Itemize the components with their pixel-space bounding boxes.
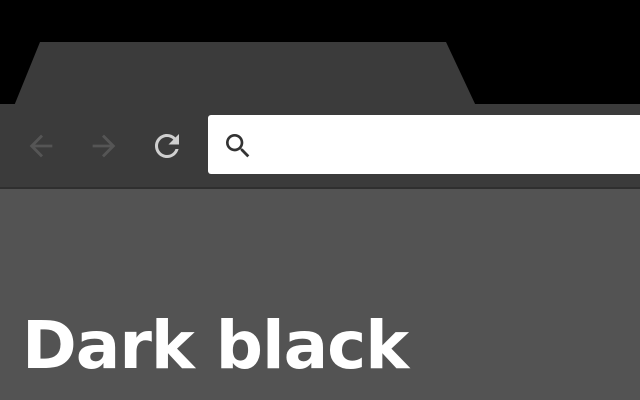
browser-tab[interactable] bbox=[14, 42, 476, 106]
omnibox-input[interactable] bbox=[264, 127, 634, 163]
reload-button[interactable] bbox=[147, 126, 187, 166]
browser-window: Dark black bbox=[0, 0, 640, 400]
back-button[interactable] bbox=[21, 126, 61, 166]
arrow-left-icon bbox=[29, 134, 53, 158]
arrow-right-icon bbox=[92, 134, 116, 158]
headline-text: Dark black bbox=[22, 307, 409, 384]
omnibox[interactable] bbox=[208, 115, 640, 174]
search-icon bbox=[226, 134, 250, 158]
tab-shape bbox=[14, 42, 476, 106]
forward-button[interactable] bbox=[84, 126, 124, 166]
reload-icon bbox=[155, 134, 179, 158]
